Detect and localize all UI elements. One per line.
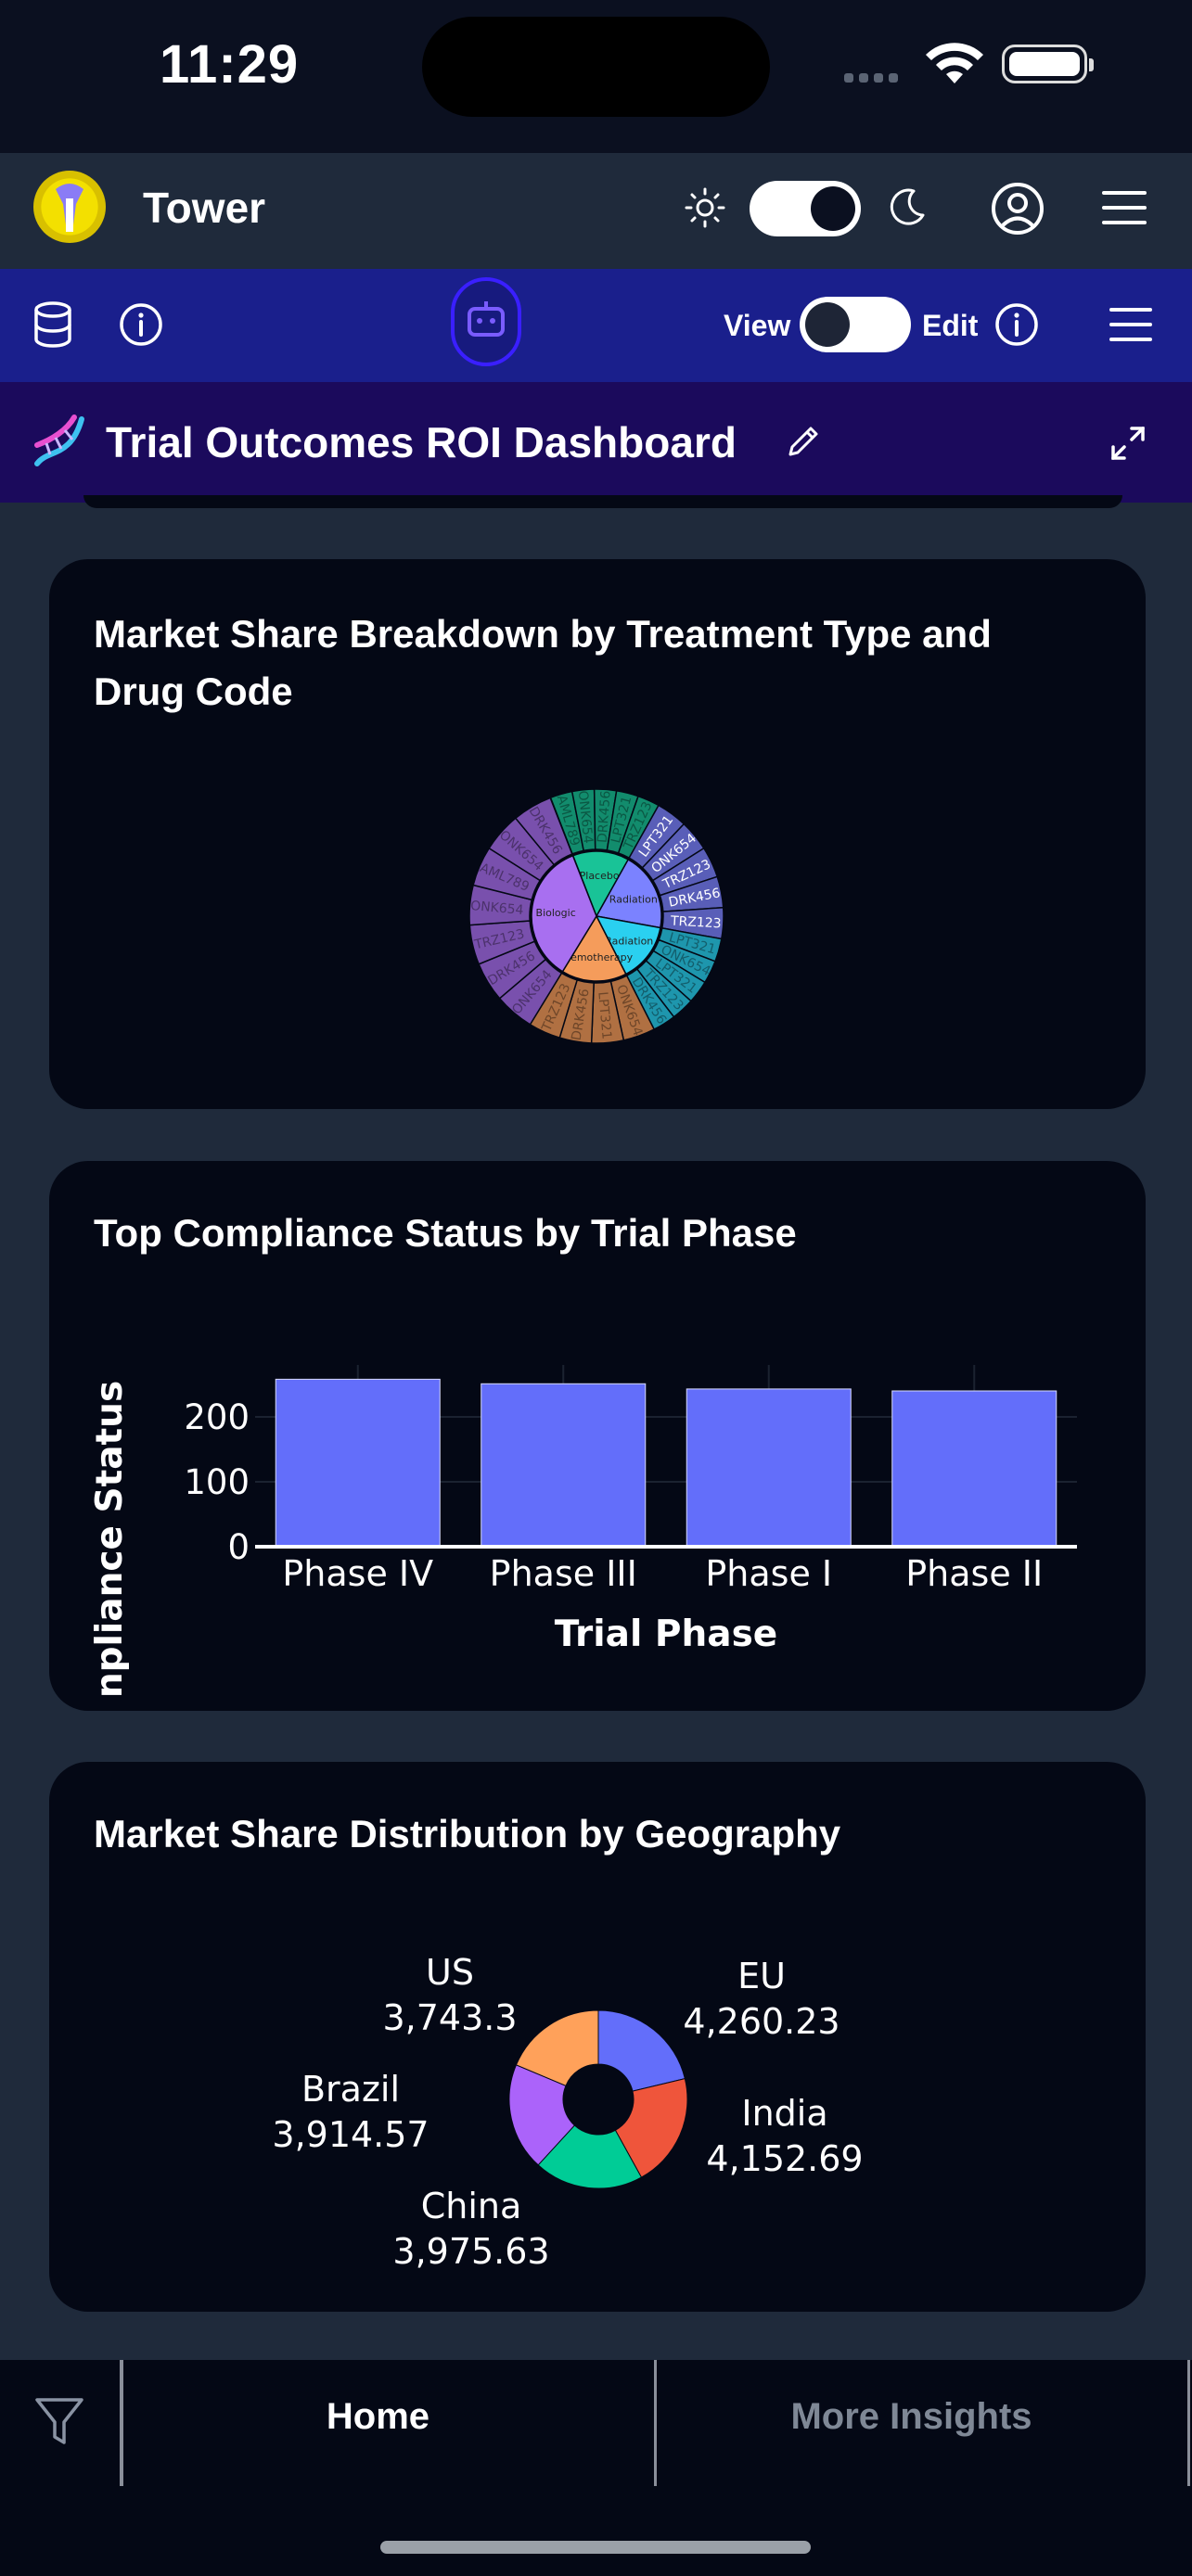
donut-slice-value: 4,260.23 bbox=[683, 2001, 840, 2042]
x-tick-label: Phase IV bbox=[282, 1553, 433, 1594]
donut-slice-label: EU bbox=[737, 1956, 786, 1996]
donut-slice-label: China bbox=[421, 2186, 522, 2226]
dna-icon bbox=[34, 414, 84, 466]
bar bbox=[891, 1390, 1057, 1548]
hamburger-menu-icon[interactable] bbox=[1102, 189, 1147, 226]
plot-clip-mask bbox=[327, 2270, 847, 2312]
y-tick-label: 0 bbox=[227, 1527, 250, 1567]
edit-title-pencil-icon[interactable] bbox=[785, 423, 822, 460]
status-time: 11:29 bbox=[160, 34, 300, 95]
dashboard-title: Trial Outcomes ROI Dashboard bbox=[106, 418, 737, 466]
previous-card-edge bbox=[83, 495, 1122, 508]
donut-card: Market Share Distribution by Geography E… bbox=[49, 1762, 1146, 2312]
y-axis-title: npliance Status bbox=[89, 1381, 131, 1698]
moon-icon bbox=[890, 188, 925, 225]
sunburst-inner-label: Radiation bbox=[609, 893, 658, 905]
sun-icon bbox=[685, 187, 725, 228]
ai-assistant-button[interactable] bbox=[451, 277, 521, 366]
sunburst-card: Market Share Breakdown by Treatment Type… bbox=[49, 559, 1146, 1109]
nav-divider bbox=[654, 2360, 657, 2486]
x-tick-label: Phase III bbox=[490, 1553, 637, 1594]
donut-slice-value: 3,743.3 bbox=[382, 1997, 517, 2038]
edit-mode-label: Edit bbox=[922, 309, 979, 342]
wifi-icon bbox=[926, 43, 983, 83]
donut-slice-value: 3,914.57 bbox=[272, 2114, 429, 2155]
donut-chart[interactable]: EU 4,260.23 India4,152.69 China 3,975.63 Braz… bbox=[49, 1762, 1146, 2312]
filter-icon[interactable] bbox=[33, 2394, 85, 2450]
donut-slice-label: US bbox=[426, 1952, 474, 1993]
theme-toggle[interactable] bbox=[750, 181, 861, 236]
sunburst-inner-label: Placebo bbox=[580, 870, 620, 882]
dynamic-island bbox=[422, 17, 770, 117]
tab-more-insights[interactable]: More Insights bbox=[659, 2396, 1164, 2438]
bar bbox=[275, 1378, 441, 1548]
sunburst-chart[interactable]: PlaceboAML789ONK654 DRK456LPT321TRZ123Rad… bbox=[49, 559, 1146, 1109]
home-indicator bbox=[380, 2541, 811, 2554]
database-icon[interactable] bbox=[33, 301, 72, 348]
bar-chart-card: Top Compliance Status by Trial Phase 0 10… bbox=[49, 1161, 1146, 1711]
donut-slice-label: Brazil bbox=[301, 2069, 400, 2110]
tab-home[interactable]: Home bbox=[121, 2396, 635, 2438]
sunburst-inner-label: Radiation bbox=[605, 935, 653, 947]
x-axis-title: Trial Phase bbox=[555, 1613, 778, 1655]
cellular-signal-icon bbox=[844, 70, 918, 83]
user-account-icon[interactable] bbox=[991, 182, 1045, 236]
toolbar-menu-icon[interactable] bbox=[1109, 306, 1152, 343]
expand-icon[interactable] bbox=[1109, 425, 1147, 462]
info-icon[interactable] bbox=[119, 302, 163, 347]
bar bbox=[481, 1383, 647, 1548]
battery-icon bbox=[1002, 45, 1094, 83]
nav-divider bbox=[1187, 2360, 1190, 2486]
view-mode-label: View bbox=[724, 309, 791, 342]
tower-logo[interactable] bbox=[33, 171, 106, 243]
y-tick-label: 100 bbox=[184, 1462, 250, 1502]
bar bbox=[686, 1388, 852, 1548]
x-tick-label: Phase I bbox=[705, 1553, 832, 1594]
x-tick-label: Phase II bbox=[905, 1553, 1043, 1594]
donut-slice bbox=[597, 2009, 686, 2092]
view-edit-toggle[interactable] bbox=[800, 297, 911, 352]
sunburst-outer-label: TRZ123 bbox=[670, 913, 722, 931]
donut-slice-value: 3,975.63 bbox=[392, 2231, 549, 2272]
donut-slice-value: 4,152.69 bbox=[706, 2138, 863, 2179]
robot-icon bbox=[468, 301, 505, 337]
sunburst-inner-label: Biologic bbox=[536, 907, 576, 919]
app-title: Tower bbox=[143, 184, 266, 232]
donut-slice-label: India bbox=[741, 2093, 827, 2134]
bar-chart[interactable]: 0100200Phase IV Phase III Phase I Phase IIT… bbox=[49, 1161, 1146, 1711]
y-tick-label: 200 bbox=[184, 1397, 250, 1437]
info-icon[interactable] bbox=[994, 302, 1039, 347]
